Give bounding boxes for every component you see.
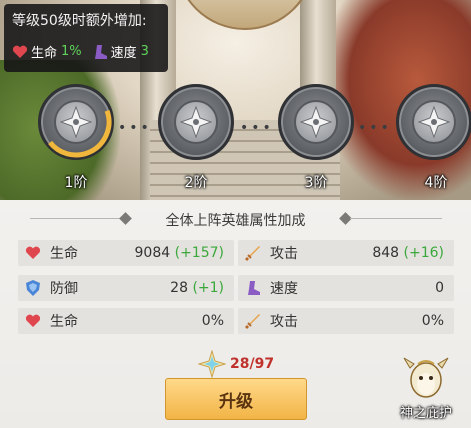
tooltip-title: 等级50级时额外增加:	[12, 13, 147, 29]
crest-icon	[299, 105, 333, 139]
tier-track: ••• ••• ••• 1阶 2阶 3阶 4阶	[0, 80, 471, 191]
tooltip-hp-value: 1%	[61, 44, 82, 59]
tier-node-2[interactable]	[158, 84, 234, 160]
stat-name: 防御	[50, 281, 78, 297]
stat-value: 848 (+16)	[372, 245, 444, 261]
stat-row-attack-percent: 攻击 0%	[238, 308, 454, 334]
stat-name: 生命	[50, 314, 78, 330]
stat-bonus: (+16)	[403, 245, 444, 261]
shield-icon	[24, 279, 42, 297]
tier-label-2: 2阶	[184, 175, 208, 191]
crest-icon	[417, 105, 451, 139]
stat-name: 速度	[270, 281, 298, 297]
connector-dots: •••	[358, 120, 392, 136]
tier-node-4[interactable]	[396, 84, 471, 160]
stat-value: 0	[435, 280, 444, 296]
tooltip-speed-label: 速度	[110, 46, 137, 61]
upgrade-cost: 28/97	[198, 350, 274, 378]
stat-row-defense: 防御 28 (+1)	[18, 275, 234, 301]
stat-name: 生命	[50, 246, 78, 262]
stat-row-hp: 生命 9084 (+157)	[18, 240, 234, 266]
stat-value: 9084 (+157)	[134, 245, 224, 261]
heart-icon	[24, 244, 42, 262]
cost-text: 28/97	[230, 356, 275, 372]
stat-row-hp-percent: 生命 0%	[18, 308, 234, 334]
connector-dots: •••	[240, 120, 274, 136]
stat-name: 攻击	[270, 246, 298, 262]
heart-icon	[24, 312, 42, 330]
stat-bonus: (+157)	[174, 245, 224, 261]
boot-icon	[94, 44, 107, 59]
guardian-label: 神之庇护	[399, 406, 452, 421]
star-crystal-icon	[198, 350, 226, 378]
tier-label-1: 1阶	[64, 175, 88, 191]
connector-dots: •••	[118, 120, 152, 136]
tier-node-3[interactable]	[278, 84, 354, 160]
guardian-button[interactable]: 神之庇护	[394, 356, 458, 422]
stat-value: 0%	[201, 313, 224, 329]
tooltip-speed-value: 3	[140, 44, 149, 59]
section-title: 全体上阵英雄属性加成	[165, 213, 306, 229]
boot-icon	[244, 279, 262, 297]
heart-icon	[12, 45, 28, 58]
tier-label-4: 4阶	[424, 175, 448, 191]
stat-row-attack: 攻击 848 (+16)	[238, 240, 454, 266]
level-bonus-tooltip: 等级50级时额外增加: 生命 1% 速度 3	[4, 4, 168, 72]
stat-name: 攻击	[270, 314, 298, 330]
stat-value: 28 (+1)	[170, 280, 224, 296]
tier-progress-arc	[40, 86, 112, 158]
sword-icon	[244, 312, 262, 330]
stat-row-speed: 速度 0	[238, 275, 454, 301]
tier-label-3: 3阶	[304, 175, 328, 191]
stat-value: 0%	[421, 313, 444, 329]
tier-node-1[interactable]	[38, 84, 114, 160]
sword-icon	[244, 244, 262, 262]
attribute-panel: 全体上阵英雄属性加成 生命 9084 (+157) 攻击 848 (+16) 防…	[0, 200, 471, 428]
crest-icon	[179, 105, 213, 139]
guardian-icon	[403, 357, 449, 398]
tooltip-hp-label: 生命	[31, 46, 58, 61]
upgrade-button[interactable]: 升级	[165, 378, 307, 420]
stat-bonus: (+1)	[192, 280, 224, 296]
